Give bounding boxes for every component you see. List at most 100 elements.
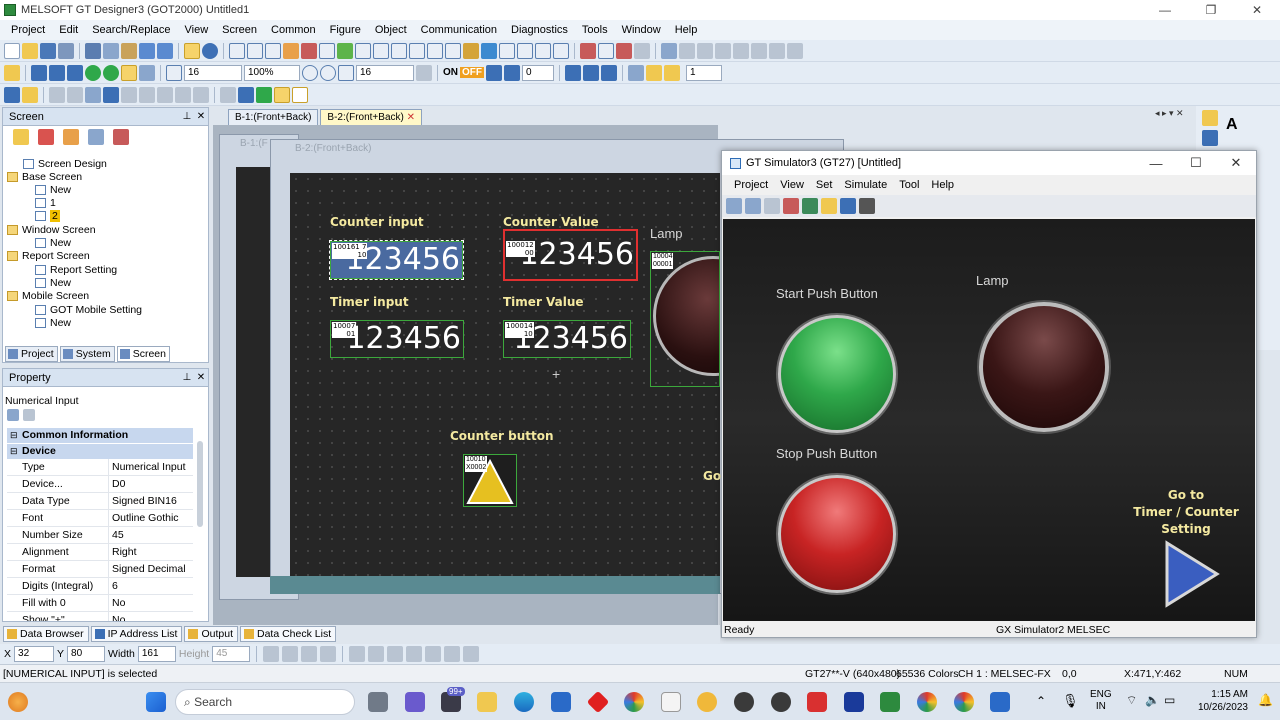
layout-3-icon[interactable]	[664, 64, 680, 81]
screen-property-icon[interactable]	[88, 129, 104, 145]
tree-base-new[interactable]: New	[35, 183, 71, 196]
sim-menu-project[interactable]: Project	[728, 179, 774, 191]
tree-mobile-screen[interactable]: Mobile Screen	[7, 289, 89, 302]
pin-icon[interactable]: ⊥	[180, 111, 194, 122]
editor-lamp-object[interactable]: 10004 00001	[650, 251, 720, 387]
width-field[interactable]: 161	[137, 646, 176, 662]
bring-front-icon[interactable]	[49, 86, 65, 103]
script-icon[interactable]	[463, 42, 479, 59]
move-icon[interactable]	[157, 86, 173, 103]
historical-icon[interactable]	[517, 42, 533, 59]
sim-menu-simulate[interactable]: Simulate	[838, 179, 893, 191]
chrome-icon-3[interactable]	[954, 692, 974, 712]
menu-edit[interactable]: Edit	[52, 24, 85, 36]
prop-row[interactable]: Data Type Signed BIN16	[7, 493, 193, 510]
line-width-icon[interactable]	[349, 646, 366, 662]
tree-window-screen[interactable]: Window Screen	[7, 223, 96, 236]
app-monitor-icon[interactable]	[844, 692, 864, 712]
tab-data-check-list[interactable]: Data Check List	[240, 626, 337, 642]
wifi-icon[interactable]: ⌔	[1126, 693, 1137, 708]
magic-wand-icon[interactable]	[220, 86, 236, 103]
prop-row[interactable]: Fill with 0 No	[7, 595, 193, 612]
doc-tab-b2[interactable]: B-2:(Front+Back) ✕	[320, 109, 423, 125]
app-melsoft-icon[interactable]	[807, 692, 827, 712]
download-icon[interactable]	[580, 42, 596, 59]
layout-1-icon[interactable]	[628, 64, 644, 81]
arrow-up-icon[interactable]	[238, 86, 254, 103]
menu-search-replace[interactable]: Search/Replace	[85, 24, 177, 36]
y-field[interactable]: 80	[67, 646, 106, 662]
sim-keyboard-icon[interactable]	[859, 198, 875, 214]
tab-output[interactable]: Output	[184, 626, 238, 642]
restore-button[interactable]: ❐	[1188, 3, 1234, 17]
line-type-icon[interactable]	[368, 646, 385, 662]
state-prev-icon[interactable]	[486, 64, 502, 81]
tree-window-new[interactable]: New	[35, 236, 71, 249]
store-icon[interactable]	[551, 692, 571, 712]
prop-row[interactable]: Type Numerical Input	[7, 459, 193, 476]
sim-close-button[interactable]: ✕	[1216, 155, 1256, 171]
back-icon[interactable]	[85, 64, 101, 81]
font-size-select[interactable]: 16	[184, 64, 242, 81]
tree-screen-design[interactable]: Screen Design	[23, 157, 107, 170]
menu-view[interactable]: View	[178, 24, 216, 36]
minimize-button[interactable]: —	[1142, 3, 1188, 17]
ungroup-icon[interactable]	[22, 86, 38, 103]
id-display-icon[interactable]	[601, 64, 617, 81]
tab-nav-arrows[interactable]: ◂ ▸ ▾ ✕	[1155, 108, 1184, 119]
prop-row[interactable]: Alignment Right	[7, 544, 193, 561]
recipe-icon[interactable]	[445, 42, 461, 59]
device-display-icon[interactable]	[565, 64, 581, 81]
categorized-icon[interactable]	[7, 409, 19, 421]
align-right-icon[interactable]	[715, 42, 731, 59]
tree-got-mobile-setting[interactable]: GOT Mobile Setting	[35, 303, 142, 316]
check-icon[interactable]	[256, 86, 272, 103]
simulator-icon[interactable]	[661, 42, 677, 59]
property-scrollbar[interactable]	[197, 441, 203, 527]
help-icon[interactable]	[202, 42, 218, 59]
off-state-button[interactable]: OFF	[460, 67, 484, 78]
sim-open-icon[interactable]	[726, 198, 742, 214]
flip-icon[interactable]	[103, 86, 119, 103]
layout-2-icon[interactable]	[646, 64, 662, 81]
save-icon[interactable]	[40, 42, 56, 59]
comment-display-icon[interactable]	[583, 64, 599, 81]
zoom-out-icon[interactable]	[320, 64, 336, 81]
new-screen-icon[interactable]	[13, 129, 29, 145]
window-icon[interactable]	[247, 42, 263, 59]
counter-button-object[interactable]: 10010 X0002	[463, 454, 517, 507]
alphabetical-icon[interactable]	[23, 409, 35, 421]
menu-screen[interactable]: Screen	[215, 24, 264, 36]
arrange-icon[interactable]	[121, 86, 137, 103]
screen-image-icon[interactable]	[113, 129, 129, 145]
gt-simulator-window[interactable]: GT Simulator3 (GT27) [Untitled] — ☐ ✕ Pr…	[721, 150, 1257, 638]
tree-base-2[interactable]: 2	[35, 209, 60, 222]
numeric-display-icon[interactable]	[319, 42, 335, 59]
group-icon[interactable]	[4, 86, 20, 103]
prop-row[interactable]: Format Signed Decimal	[7, 561, 193, 578]
tree-report-setting[interactable]: Report Setting	[35, 263, 117, 276]
menu-window[interactable]: Window	[615, 24, 668, 36]
notepad-icon[interactable]	[661, 692, 681, 712]
tab-ip-address-list[interactable]: IP Address List	[90, 626, 183, 642]
toolbox-a-icon[interactable]	[1202, 130, 1218, 146]
resize-icon[interactable]	[175, 86, 191, 103]
simulator-screen[interactable]: Start Push Button Lamp Stop Push Button …	[723, 219, 1255, 621]
microphone-icon[interactable]: 🎙	[1062, 693, 1079, 709]
library-icon[interactable]	[481, 42, 497, 59]
notifications-icon[interactable]: 🔔	[1258, 693, 1273, 707]
sim-device-icon[interactable]	[821, 198, 837, 214]
weather-icon[interactable]	[8, 692, 28, 712]
app-dark-icon[interactable]	[734, 692, 754, 712]
network-icon[interactable]	[634, 42, 650, 59]
select-pointer-icon[interactable]	[184, 42, 200, 59]
prop-row[interactable]: Device... D0	[7, 476, 193, 493]
sim-menu-view[interactable]: View	[774, 179, 810, 191]
screen-next-icon[interactable]	[49, 64, 65, 81]
tree-report-screen[interactable]: Report Screen	[7, 249, 90, 262]
rotate-icon[interactable]	[85, 86, 101, 103]
screen-list-icon[interactable]	[67, 64, 83, 81]
align-objects-icon[interactable]	[263, 646, 280, 662]
comment-icon[interactable]	[373, 42, 389, 59]
volume-icon[interactable]: 🔈	[1145, 693, 1160, 707]
